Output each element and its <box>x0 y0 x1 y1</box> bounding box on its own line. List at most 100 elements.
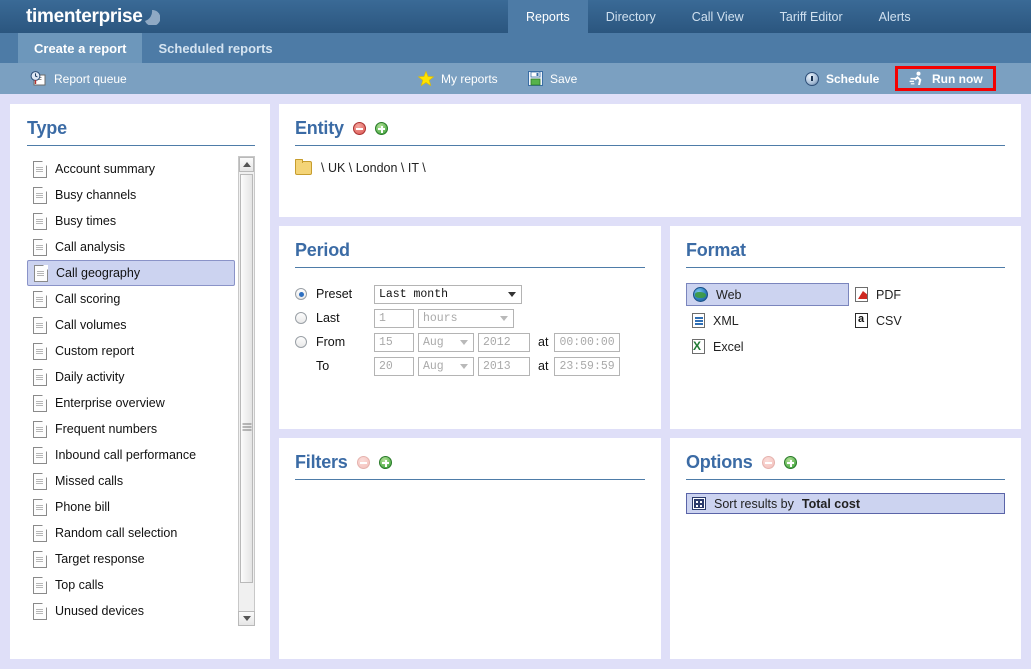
chevron-down-icon <box>460 340 468 345</box>
sub-tab-bar: Create a report Scheduled reports <box>0 33 1031 63</box>
format-option-csv[interactable]: CSV <box>849 309 902 332</box>
format-panel-divider <box>686 267 1005 268</box>
period-last-radio[interactable] <box>295 312 307 324</box>
type-item-label: Busy channels <box>55 188 136 202</box>
type-item-account-summary[interactable]: Account summary <box>27 156 235 182</box>
schedule-button[interactable]: Schedule <box>801 72 883 86</box>
filters-panel-title: Filters <box>295 452 348 473</box>
period-from-year-input[interactable]: 2012 <box>478 333 530 352</box>
entity-add-icon[interactable] <box>375 122 388 135</box>
file-icon <box>33 291 47 308</box>
logo-text-tim: tim <box>26 6 54 28</box>
period-preset-select[interactable]: Last month <box>374 285 522 304</box>
period-from-day-value: 15 <box>379 336 393 349</box>
options-remove-icon[interactable] <box>762 456 775 469</box>
options-add-icon[interactable] <box>784 456 797 469</box>
file-icon <box>33 603 47 620</box>
scroll-down-button[interactable] <box>238 611 255 626</box>
main-content: Type Account summary Busy channels Busy … <box>0 94 1031 669</box>
period-last-count-input[interactable]: 1 <box>374 309 414 328</box>
file-icon <box>33 499 47 516</box>
format-options: Web XML Excel <box>686 283 1005 361</box>
nav-tab-tariff-editor-label: Tariff Editor <box>780 10 843 24</box>
type-item-phone-bill[interactable]: Phone bill <box>27 494 235 520</box>
period-to-time-input[interactable]: 23:59:59 <box>554 357 620 376</box>
chevron-up-icon <box>243 162 251 167</box>
format-option-pdf[interactable]: PDF <box>849 283 902 306</box>
file-icon <box>33 343 47 360</box>
period-panel-divider <box>295 267 645 268</box>
type-item-target-response[interactable]: Target response <box>27 546 235 572</box>
type-item-custom-report[interactable]: Custom report <box>27 338 235 364</box>
type-item-call-analysis[interactable]: Call analysis <box>27 234 235 260</box>
file-icon <box>33 369 47 386</box>
chevron-down-icon <box>460 364 468 369</box>
sub-tab-scheduled-reports[interactable]: Scheduled reports <box>142 33 288 63</box>
type-item-inbound-call-performance[interactable]: Inbound call performance <box>27 442 235 468</box>
save-button[interactable]: Save <box>524 71 581 86</box>
nav-tab-call-view[interactable]: Call View <box>674 0 762 33</box>
type-item-busy-times[interactable]: Busy times <box>27 208 235 234</box>
format-option-web[interactable]: Web <box>686 283 849 306</box>
filters-add-icon[interactable] <box>379 456 392 469</box>
type-item-random-call-selection[interactable]: Random call selection <box>27 520 235 546</box>
option-sort-value: Total cost <box>802 497 860 511</box>
format-option-xml[interactable]: XML <box>686 309 849 332</box>
filters-options-row: Filters Options Sort results by Total co… <box>279 438 1021 659</box>
type-item-unused-devices[interactable]: Unused devices <box>27 598 235 624</box>
period-from-month-value: Aug <box>423 336 444 349</box>
period-to-month-select[interactable]: Aug <box>418 357 474 376</box>
period-form: Preset Last month Last 1 hours <box>295 282 645 378</box>
sub-tab-create-a-report[interactable]: Create a report <box>18 33 142 63</box>
brand-bar: timenterprise Reports Directory Call Vie… <box>0 0 1031 33</box>
entity-path-row[interactable]: \ UK \ London \ IT \ <box>295 161 1005 175</box>
format-panel: Format Web XML <box>670 226 1021 429</box>
nav-tab-directory[interactable]: Directory <box>588 0 674 33</box>
type-item-call-geography[interactable]: Call geography <box>27 260 235 286</box>
sub-tab-create-a-report-label: Create a report <box>34 41 126 56</box>
type-item-label: Target response <box>55 552 145 566</box>
nav-tab-reports-label: Reports <box>526 10 570 24</box>
chevron-down-icon <box>508 292 516 297</box>
run-now-button[interactable]: Run now <box>895 66 996 91</box>
option-sort-results[interactable]: Sort results by Total cost <box>686 493 1005 514</box>
format-option-excel[interactable]: Excel <box>686 335 849 358</box>
nav-tab-alerts-label: Alerts <box>879 10 911 24</box>
my-reports-button[interactable]: My reports <box>414 71 502 86</box>
type-item-enterprise-overview[interactable]: Enterprise overview <box>27 390 235 416</box>
report-queue-button[interactable]: Report queue <box>26 71 131 86</box>
period-from-month-select[interactable]: Aug <box>418 333 474 352</box>
file-icon <box>33 421 47 438</box>
period-from-radio[interactable] <box>295 336 307 348</box>
period-last-unit-value: hours <box>423 312 458 325</box>
type-item-missed-calls[interactable]: Missed calls <box>27 468 235 494</box>
period-to-year-input[interactable]: 2013 <box>478 357 530 376</box>
type-item-call-volumes[interactable]: Call volumes <box>27 312 235 338</box>
period-from-time-input[interactable]: 00:00:00 <box>554 333 620 352</box>
type-panel-header: Type <box>27 118 255 139</box>
period-last-count-value: 1 <box>379 312 386 325</box>
xml-file-icon <box>692 313 705 328</box>
type-item-frequent-numbers[interactable]: Frequent numbers <box>27 416 235 442</box>
period-preset-radio[interactable] <box>295 288 307 300</box>
type-item-call-scoring[interactable]: Call scoring <box>27 286 235 312</box>
nav-tab-tariff-editor[interactable]: Tariff Editor <box>762 0 861 33</box>
period-panel-header: Period <box>295 240 645 261</box>
type-item-top-calls[interactable]: Top calls <box>27 572 235 598</box>
scrollbar-grip-icon <box>242 424 251 431</box>
period-last-unit-select[interactable]: hours <box>418 309 514 328</box>
type-item-busy-channels[interactable]: Busy channels <box>27 182 235 208</box>
schedule-label: Schedule <box>826 72 879 86</box>
entity-remove-icon[interactable] <box>353 122 366 135</box>
scroll-up-button[interactable] <box>239 157 254 172</box>
type-list-scrollbar[interactable] <box>238 156 255 626</box>
nav-tab-alerts[interactable]: Alerts <box>861 0 929 33</box>
format-panel-header: Format <box>686 240 1005 261</box>
scrollbar-thumb[interactable] <box>240 174 253 583</box>
type-list-wrapper: Account summary Busy channels Busy times… <box>27 156 255 626</box>
nav-tab-reports[interactable]: Reports <box>508 0 588 33</box>
filters-remove-icon[interactable] <box>357 456 370 469</box>
period-to-day-input[interactable]: 20 <box>374 357 414 376</box>
type-item-daily-activity[interactable]: Daily activity <box>27 364 235 390</box>
period-from-day-input[interactable]: 15 <box>374 333 414 352</box>
